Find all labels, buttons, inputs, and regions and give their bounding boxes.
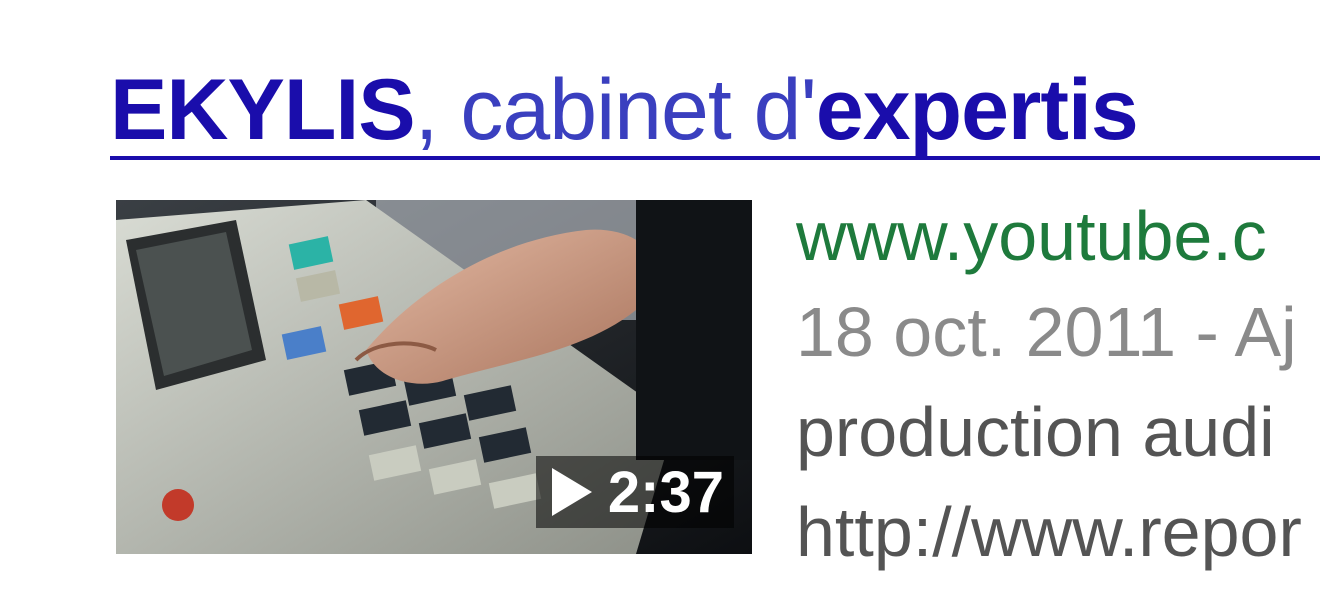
title-bold-brand: EKYLIS: [110, 62, 416, 158]
search-result-page: EKYLIS, cabinet d'expertis 2:37 www.yout…: [0, 0, 1320, 616]
result-url[interactable]: www.youtube.c: [796, 186, 1320, 282]
title-underline: [110, 156, 1320, 160]
video-duration-badge: 2:37: [535, 456, 734, 528]
result-title-link[interactable]: EKYLIS, cabinet d'expertis: [110, 60, 1320, 160]
snippet-line-1: production audi: [796, 393, 1275, 471]
play-icon: [551, 468, 592, 516]
video-duration: 2:37: [607, 459, 724, 525]
result-snippet: www.youtube.c 18 oct. 2011 - Aj producti…: [796, 186, 1320, 582]
result-date: 18 oct. 2011 - Aj: [796, 293, 1297, 371]
title-plain-text: , cabinet d': [414, 62, 817, 158]
title-bold-keyword: expertis: [815, 62, 1139, 158]
snippet-line-2: http://www.repor: [796, 493, 1302, 571]
video-thumbnail[interactable]: 2:37: [116, 200, 752, 554]
